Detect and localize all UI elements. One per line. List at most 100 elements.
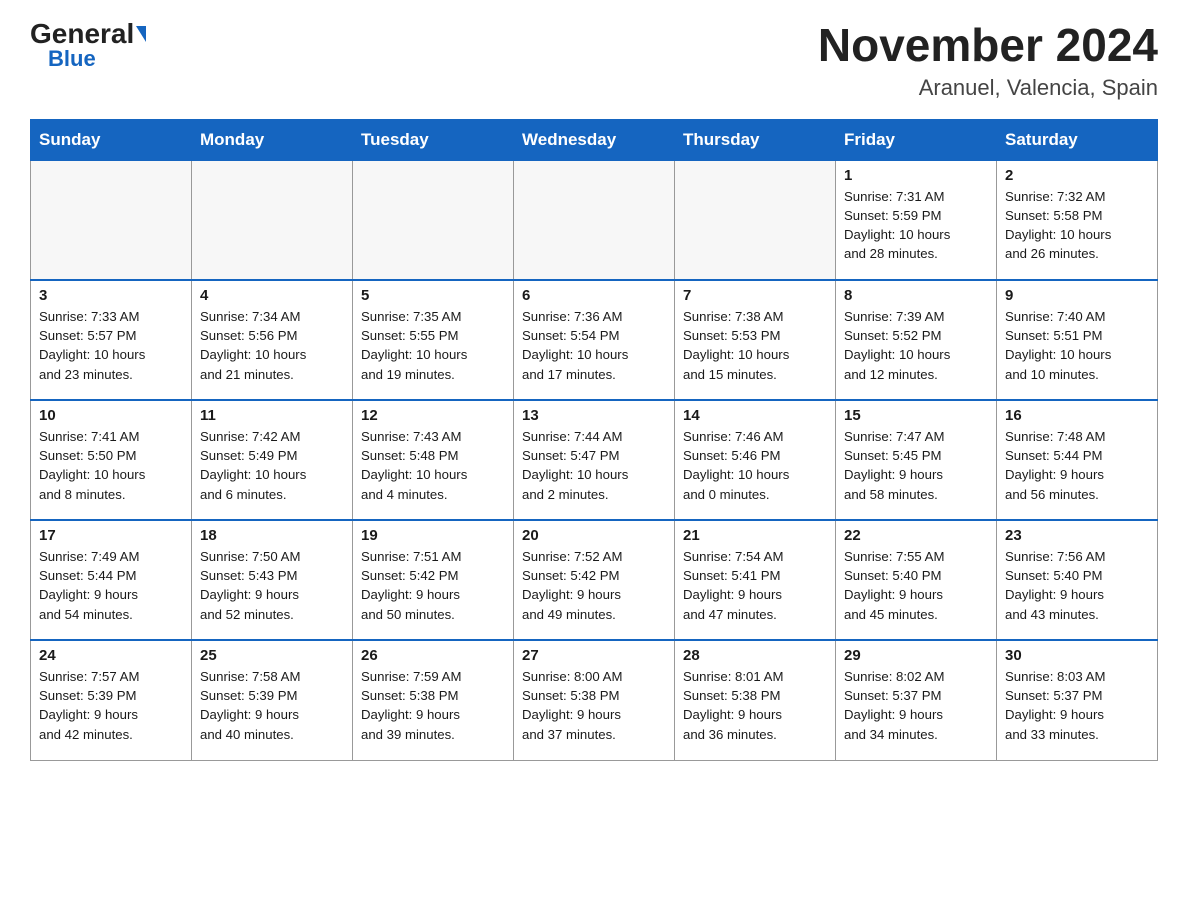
- sun-info: Sunrise: 7:49 AMSunset: 5:44 PMDaylight:…: [39, 547, 183, 624]
- calendar-cell: 1Sunrise: 7:31 AMSunset: 5:59 PMDaylight…: [836, 160, 997, 280]
- sun-info: Sunrise: 7:32 AMSunset: 5:58 PMDaylight:…: [1005, 187, 1149, 264]
- calendar-cell: [514, 160, 675, 280]
- sun-info: Sunrise: 7:57 AMSunset: 5:39 PMDaylight:…: [39, 667, 183, 744]
- title-area: November 2024 Aranuel, Valencia, Spain: [818, 20, 1158, 101]
- calendar-cell: 13 Sunrise: 7:44 AMSunset: 5:47 PMDayligh…: [514, 400, 675, 520]
- sun-info: Sunrise: 7:50 AMSunset: 5:43 PMDaylight:…: [200, 547, 344, 624]
- sun-info: Sunrise: 7:35 AMSunset: 5:55 PMDaylight:…: [361, 307, 505, 384]
- day-number: 16: [1005, 407, 1149, 424]
- day-number: 10: [39, 407, 183, 424]
- calendar-cell: 5 Sunrise: 7:35 AMSunset: 5:55 PMDaylight…: [353, 280, 514, 400]
- calendar-cell: 7 Sunrise: 7:38 AMSunset: 5:53 PMDaylight…: [675, 280, 836, 400]
- day-number: 20: [522, 527, 666, 544]
- calendar-cell: 12 Sunrise: 7:43 AMSunset: 5:48 PMDayligh…: [353, 400, 514, 520]
- calendar-week-row: 24 Sunrise: 7:57 AMSunset: 5:39 PMDayligh…: [31, 640, 1158, 760]
- weekday-header-monday: Monday: [192, 119, 353, 160]
- calendar-cell: 6Sunrise: 7:36 AMSunset: 5:54 PMDaylight…: [514, 280, 675, 400]
- calendar-cell: 19Sunrise: 7:51 AMSunset: 5:42 PMDayligh…: [353, 520, 514, 640]
- day-number: 15: [844, 407, 988, 424]
- calendar-cell: [31, 160, 192, 280]
- calendar-cell: 30Sunrise: 8:03 AMSunset: 5:37 PMDayligh…: [997, 640, 1158, 760]
- calendar-cell: 20Sunrise: 7:52 AMSunset: 5:42 PMDayligh…: [514, 520, 675, 640]
- day-number: 26: [361, 647, 505, 664]
- weekday-header-sunday: Sunday: [31, 119, 192, 160]
- sun-info: Sunrise: 7:44 AMSunset: 5:47 PMDaylight:…: [522, 427, 666, 504]
- calendar-cell: 21 Sunrise: 7:54 AMSunset: 5:41 PMDayligh…: [675, 520, 836, 640]
- calendar-cell: 24 Sunrise: 7:57 AMSunset: 5:39 PMDayligh…: [31, 640, 192, 760]
- calendar-cell: 9 Sunrise: 7:40 AMSunset: 5:51 PMDaylight…: [997, 280, 1158, 400]
- calendar-cell: 17 Sunrise: 7:49 AMSunset: 5:44 PMDayligh…: [31, 520, 192, 640]
- weekday-header-friday: Friday: [836, 119, 997, 160]
- logo-blue-text: Blue: [48, 48, 96, 70]
- logo-triangle-icon: [136, 26, 146, 42]
- calendar-table: SundayMondayTuesdayWednesdayThursdayFrid…: [30, 119, 1158, 761]
- calendar-cell: 11 Sunrise: 7:42 AMSunset: 5:49 PMDayligh…: [192, 400, 353, 520]
- day-number: 17: [39, 527, 183, 544]
- sun-info: Sunrise: 7:34 AMSunset: 5:56 PMDaylight:…: [200, 307, 344, 384]
- day-number: 18: [200, 527, 344, 544]
- calendar-cell: 23Sunrise: 7:56 AMSunset: 5:40 PMDayligh…: [997, 520, 1158, 640]
- calendar-cell: 18 Sunrise: 7:50 AMSunset: 5:43 PMDayligh…: [192, 520, 353, 640]
- day-number: 9: [1005, 287, 1149, 304]
- weekday-header-saturday: Saturday: [997, 119, 1158, 160]
- weekday-header-tuesday: Tuesday: [353, 119, 514, 160]
- sun-info: Sunrise: 7:40 AMSunset: 5:51 PMDaylight:…: [1005, 307, 1149, 384]
- calendar-cell: 27 Sunrise: 8:00 AMSunset: 5:38 PMDayligh…: [514, 640, 675, 760]
- day-number: 8: [844, 287, 988, 304]
- day-number: 21: [683, 527, 827, 544]
- calendar-cell: 8 Sunrise: 7:39 AMSunset: 5:52 PMDaylight…: [836, 280, 997, 400]
- sun-info: Sunrise: 7:54 AMSunset: 5:41 PMDaylight:…: [683, 547, 827, 624]
- calendar-cell: 28 Sunrise: 8:01 AMSunset: 5:38 PMDayligh…: [675, 640, 836, 760]
- sun-info: Sunrise: 7:46 AMSunset: 5:46 PMDaylight:…: [683, 427, 827, 504]
- calendar-cell: [192, 160, 353, 280]
- calendar-week-row: 17 Sunrise: 7:49 AMSunset: 5:44 PMDayligh…: [31, 520, 1158, 640]
- month-year-title: November 2024: [818, 20, 1158, 71]
- day-number: 29: [844, 647, 988, 664]
- day-number: 7: [683, 287, 827, 304]
- day-number: 27: [522, 647, 666, 664]
- sun-info: Sunrise: 7:58 AMSunset: 5:39 PMDaylight:…: [200, 667, 344, 744]
- day-number: 14: [683, 407, 827, 424]
- day-number: 24: [39, 647, 183, 664]
- calendar-cell: 10 Sunrise: 7:41 AMSunset: 5:50 PMDayligh…: [31, 400, 192, 520]
- day-number: 28: [683, 647, 827, 664]
- day-number: 4: [200, 287, 344, 304]
- day-number: 11: [200, 407, 344, 424]
- calendar-week-row: 3Sunrise: 7:33 AMSunset: 5:57 PMDaylight…: [31, 280, 1158, 400]
- calendar-cell: [675, 160, 836, 280]
- day-number: 5: [361, 287, 505, 304]
- calendar-week-row: 10 Sunrise: 7:41 AMSunset: 5:50 PMDayligh…: [31, 400, 1158, 520]
- logo-general-text: General: [30, 20, 134, 48]
- logo: General Blue: [30, 20, 146, 70]
- sun-info: Sunrise: 7:36 AMSunset: 5:54 PMDaylight:…: [522, 307, 666, 384]
- weekday-header-row: SundayMondayTuesdayWednesdayThursdayFrid…: [31, 119, 1158, 160]
- sun-info: Sunrise: 8:00 AMSunset: 5:38 PMDaylight:…: [522, 667, 666, 744]
- page-header: General Blue November 2024 Aranuel, Vale…: [30, 20, 1158, 101]
- sun-info: Sunrise: 8:03 AMSunset: 5:37 PMDaylight:…: [1005, 667, 1149, 744]
- sun-info: Sunrise: 7:59 AMSunset: 5:38 PMDaylight:…: [361, 667, 505, 744]
- weekday-header-wednesday: Wednesday: [514, 119, 675, 160]
- sun-info: Sunrise: 7:41 AMSunset: 5:50 PMDaylight:…: [39, 427, 183, 504]
- sun-info: Sunrise: 8:01 AMSunset: 5:38 PMDaylight:…: [683, 667, 827, 744]
- sun-info: Sunrise: 7:38 AMSunset: 5:53 PMDaylight:…: [683, 307, 827, 384]
- day-number: 13: [522, 407, 666, 424]
- calendar-week-row: 1Sunrise: 7:31 AMSunset: 5:59 PMDaylight…: [31, 160, 1158, 280]
- calendar-cell: 25 Sunrise: 7:58 AMSunset: 5:39 PMDayligh…: [192, 640, 353, 760]
- calendar-cell: 22Sunrise: 7:55 AMSunset: 5:40 PMDayligh…: [836, 520, 997, 640]
- calendar-cell: 15 Sunrise: 7:47 AMSunset: 5:45 PMDayligh…: [836, 400, 997, 520]
- sun-info: Sunrise: 7:43 AMSunset: 5:48 PMDaylight:…: [361, 427, 505, 504]
- calendar-cell: [353, 160, 514, 280]
- sun-info: Sunrise: 7:42 AMSunset: 5:49 PMDaylight:…: [200, 427, 344, 504]
- day-number: 12: [361, 407, 505, 424]
- day-number: 1: [844, 167, 988, 184]
- calendar-cell: 16Sunrise: 7:48 AMSunset: 5:44 PMDayligh…: [997, 400, 1158, 520]
- calendar-cell: 2 Sunrise: 7:32 AMSunset: 5:58 PMDaylight…: [997, 160, 1158, 280]
- day-number: 3: [39, 287, 183, 304]
- sun-info: Sunrise: 7:47 AMSunset: 5:45 PMDaylight:…: [844, 427, 988, 504]
- day-number: 22: [844, 527, 988, 544]
- day-number: 25: [200, 647, 344, 664]
- calendar-cell: 14 Sunrise: 7:46 AMSunset: 5:46 PMDayligh…: [675, 400, 836, 520]
- day-number: 2: [1005, 167, 1149, 184]
- sun-info: Sunrise: 8:02 AMSunset: 5:37 PMDaylight:…: [844, 667, 988, 744]
- sun-info: Sunrise: 7:39 AMSunset: 5:52 PMDaylight:…: [844, 307, 988, 384]
